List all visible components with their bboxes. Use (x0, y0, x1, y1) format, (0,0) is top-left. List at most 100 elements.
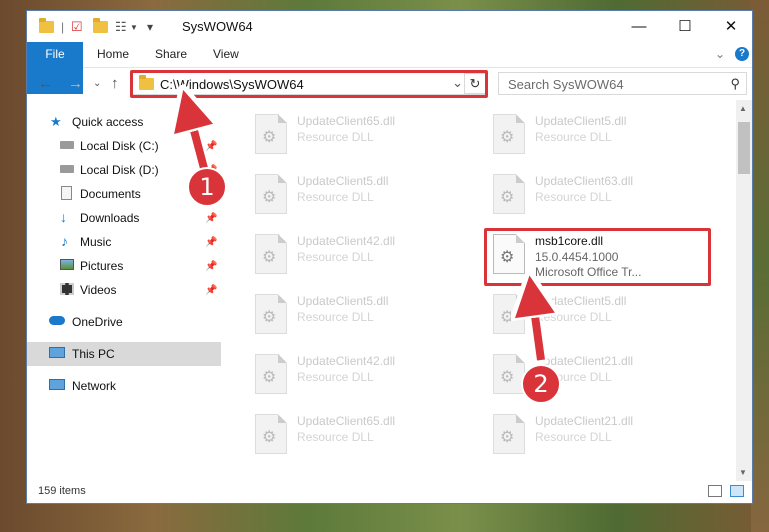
tab-share[interactable]: Share (155, 42, 187, 67)
sidebar-item-videos[interactable]: Videos 📌 (27, 278, 221, 302)
pin-icon[interactable]: 📌 (205, 285, 217, 296)
window-title: SysWOW64 (182, 19, 253, 34)
file-name: UpdateClient5.dll (297, 294, 389, 308)
file-item[interactable]: ⚙ UpdateClient65.dll Resource DLL (241, 106, 471, 158)
file-item[interactable]: ⚙ UpdateClient5.dll Resource DLL (479, 286, 709, 338)
vertical-scrollbar[interactable]: ▲ ▼ (736, 100, 752, 481)
sidebar-item-label: Quick access (72, 115, 144, 129)
file-description: Resource DLL (535, 310, 612, 324)
callout-2: 2 (521, 364, 561, 404)
drive-icon (60, 165, 74, 173)
file-description: Resource DLL (297, 250, 374, 264)
file-name: UpdateClient65.dll (297, 414, 396, 428)
file-item[interactable]: ⚙ UpdateClient5.dll Resource DLL (241, 286, 471, 338)
file-item[interactable]: ⚙ UpdateClient42.dll Resource DLL (241, 346, 471, 398)
explorer-window: | ☑ ☷ ▼ ▾ SysWOW64 — ☐ ✕ File Home Share… (26, 10, 753, 504)
file-item[interactable]: ⚙ UpdateClient5.dll Resource DLL (479, 106, 709, 158)
dll-file-icon: ⚙ (493, 174, 525, 214)
videos-icon (60, 283, 74, 295)
file-item[interactable]: ⚙ UpdateClient21.dll Resource DLL (479, 406, 709, 458)
sidebar-item-local-disk-c[interactable]: Local Disk (C:) 📌 (27, 134, 221, 158)
forward-arrow-icon[interactable]: → (68, 75, 83, 92)
folder-icon (39, 18, 54, 36)
pictures-icon (60, 259, 74, 270)
pin-icon[interactable]: 📌 (205, 213, 217, 224)
sidebar-item-network[interactable]: Network (27, 374, 221, 398)
file-description: Resource DLL (535, 130, 612, 144)
scroll-up-icon[interactable]: ▲ (739, 104, 747, 113)
music-icon: ♪ (61, 233, 68, 249)
sidebar-item-label: OneDrive (72, 315, 123, 329)
sidebar-item-onedrive[interactable]: OneDrive (27, 310, 221, 334)
recent-locations-icon[interactable]: ⌄ (93, 78, 101, 89)
file-item[interactable]: ⚙ UpdateClient63.dll Resource DLL (479, 166, 709, 218)
sidebar-item-label: Network (72, 379, 117, 393)
properties-icon[interactable]: ☑ (71, 18, 83, 36)
file-item[interactable]: ⚙ UpdateClient65.dll Resource DLL (241, 406, 471, 458)
sidebar-item-label: Local Disk (C:) (80, 139, 159, 153)
close-button[interactable]: ✕ (708, 11, 754, 42)
pin-icon[interactable]: 📌 (205, 237, 217, 248)
sidebar-item-label: Documents (80, 187, 141, 201)
file-name: UpdateClient42.dll (297, 234, 396, 248)
sidebar-item-label: Downloads (80, 211, 140, 225)
drive-icon (60, 141, 74, 149)
navigation-pane: ★ Quick access Local Disk (C:) 📌 Local D… (27, 100, 221, 480)
network-icon (49, 379, 65, 390)
computer-icon (49, 347, 65, 358)
sidebar-item-pictures[interactable]: Pictures 📌 (27, 254, 221, 278)
file-item[interactable]: ⚙ UpdateClient5.dll Resource DLL (241, 166, 471, 218)
sidebar-item-quick-access[interactable]: ★ Quick access (27, 110, 221, 134)
scroll-thumb[interactable] (738, 122, 750, 174)
maximize-button[interactable]: ☐ (662, 11, 708, 42)
file-item[interactable]: ⚙ UpdateClient42.dll Resource DLL (241, 226, 471, 278)
desktop-background (751, 0, 769, 532)
quick-access-toolbar-icon[interactable]: ▾ (147, 18, 153, 36)
search-icon: ⚲ (730, 76, 740, 91)
title-bar: | ☑ ☷ ▼ ▾ SysWOW64 — ☐ ✕ (27, 11, 752, 42)
file-name: UpdateClient5.dll (535, 114, 627, 128)
file-description: Resource DLL (297, 190, 374, 204)
sidebar-item-label: Music (80, 235, 112, 249)
dll-file-icon: ⚙ (255, 114, 287, 154)
dll-file-icon: ⚙ (493, 414, 525, 454)
dll-file-icon: ⚙ (493, 294, 525, 334)
dll-file-icon: ⚙ (493, 114, 525, 154)
sidebar-item-label: Local Disk (D:) (80, 163, 159, 177)
sidebar-item-this-pc[interactable]: This PC (27, 342, 221, 366)
search-input[interactable]: Search SysWOW64 ⚲ (498, 72, 747, 95)
minimize-button[interactable]: — (616, 11, 662, 42)
dll-file-icon: ⚙ (255, 414, 287, 454)
dll-file-icon: ⚙ (255, 354, 287, 394)
ribbon-expand-icon[interactable]: ⌄ (715, 42, 725, 67)
file-name: UpdateClient5.dll (297, 174, 389, 188)
back-arrow-icon[interactable]: ← (38, 75, 53, 92)
customize-icon[interactable]: ☷ (115, 18, 127, 36)
new-folder-icon[interactable] (93, 18, 108, 36)
scroll-down-icon[interactable]: ▼ (739, 468, 747, 477)
sidebar-item-music[interactable]: ♪ Music 📌 (27, 230, 221, 254)
tab-view[interactable]: View (213, 42, 239, 67)
file-item[interactable]: ⚙ UpdateClient21.dll Resource DLL (479, 346, 709, 398)
tab-home[interactable]: Home (97, 42, 129, 67)
help-icon[interactable]: ? (735, 47, 749, 61)
file-name: UpdateClient42.dll (297, 354, 396, 368)
file-description: Resource DLL (535, 430, 612, 444)
sidebar-item-label: This PC (72, 347, 115, 361)
dll-file-icon: ⚙ (255, 174, 287, 214)
file-name: UpdateClient65.dll (297, 114, 396, 128)
details-view-icon[interactable] (708, 485, 722, 497)
file-name: UpdateClient21.dll (535, 414, 634, 428)
callout-1: 1 (187, 167, 227, 207)
highlight-box-address (130, 70, 488, 98)
file-name: UpdateClient63.dll (535, 174, 634, 188)
pin-icon[interactable]: 📌 (205, 261, 217, 272)
file-name: UpdateClient5.dll (535, 294, 627, 308)
large-icons-view-icon[interactable] (730, 485, 744, 497)
pin-icon[interactable]: 📌 (205, 141, 217, 152)
sidebar-item-downloads[interactable]: ↓ Downloads 📌 (27, 206, 221, 230)
up-arrow-icon[interactable]: ↑ (111, 75, 119, 92)
dll-file-icon: ⚙ (493, 354, 525, 394)
customize-dropdown-icon[interactable]: ▼ (130, 18, 138, 36)
dll-file-icon: ⚙ (255, 294, 287, 334)
